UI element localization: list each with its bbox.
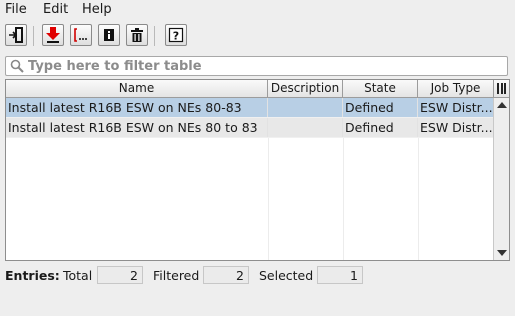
total-value: 2: [97, 266, 143, 284]
toolbar-separator: [33, 26, 34, 46]
filtered-value: 2: [203, 266, 249, 284]
selected-label: Selected: [259, 268, 314, 283]
trash-icon: [131, 28, 143, 42]
columns-icon: [497, 83, 506, 94]
search-icon: [10, 59, 24, 73]
filter-input[interactable]: [28, 58, 498, 74]
table-body: Install latest R16B ESW on NEs 80-83 Def…: [6, 98, 493, 260]
status-bar: Entries: Total 2 Filtered 2 Selected 1: [5, 266, 510, 286]
download-red-icon: [46, 27, 60, 43]
exit-icon: [9, 27, 23, 43]
selected-value: 1: [317, 266, 363, 284]
column-header-description[interactable]: Description: [268, 80, 343, 97]
table-header: Name Description State Job Type: [6, 80, 493, 98]
cell-state: Defined: [343, 98, 418, 117]
help-button[interactable]: ?: [165, 24, 187, 46]
vertical-scrollbar[interactable]: [493, 98, 509, 260]
filter-box: [5, 56, 508, 76]
filtered-label: Filtered: [153, 268, 200, 283]
delete-button[interactable]: [126, 24, 148, 46]
bracket-ellipsis-icon: [74, 28, 87, 42]
cell-state: Defined: [343, 118, 418, 137]
total-label: Total: [63, 268, 93, 283]
scroll-up-icon[interactable]: [497, 102, 507, 108]
toolbar-separator: [154, 26, 155, 46]
column-header-job-type[interactable]: Job Type: [418, 80, 493, 97]
menu-help[interactable]: Help: [82, 2, 112, 17]
cell-name: Install latest R16B ESW on NEs 80 to 83: [6, 118, 268, 137]
column-chooser-button[interactable]: [493, 80, 509, 98]
column-header-name[interactable]: Name: [6, 80, 268, 97]
menu-file[interactable]: File: [5, 2, 27, 17]
exit-button[interactable]: [5, 24, 27, 46]
info-button[interactable]: [98, 24, 120, 46]
deploy-button[interactable]: [42, 24, 64, 46]
column-header-state[interactable]: State: [343, 80, 418, 97]
menu-bar: File Edit Help: [0, 0, 515, 20]
scroll-down-icon[interactable]: [497, 250, 507, 256]
cell-description: [268, 118, 343, 137]
toolbar: ?: [0, 22, 515, 52]
schedule-button[interactable]: [70, 24, 92, 46]
cell-name: Install latest R16B ESW on NEs 80-83: [6, 98, 268, 117]
info-icon: [104, 29, 114, 41]
table-row[interactable]: Install latest R16B ESW on NEs 80 to 83 …: [6, 118, 493, 138]
table-row[interactable]: Install latest R16B ESW on NEs 80-83 Def…: [6, 98, 493, 118]
jobs-table: Name Description State Job Type Install …: [5, 79, 510, 261]
help-icon: ?: [168, 27, 184, 43]
svg-text:?: ?: [173, 30, 179, 43]
cell-job-type: ESW Distr...: [420, 120, 493, 135]
menu-edit[interactable]: Edit: [43, 2, 68, 17]
entries-label: Entries:: [5, 268, 60, 283]
cell-job-type: ESW Distr...: [420, 100, 493, 115]
cell-description: [268, 98, 343, 117]
